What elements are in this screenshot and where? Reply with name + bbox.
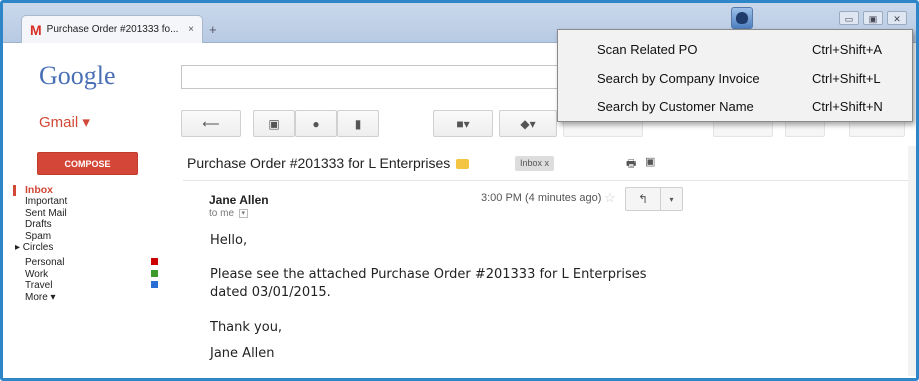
folder-icon: ■▾ [456, 116, 470, 131]
message-timestamp: 3:00 PM (4 minutes ago) [481, 192, 602, 204]
sidebar-item-sent-mail[interactable]: Sent Mail [25, 208, 165, 219]
spam-icon: ● [312, 116, 320, 131]
show-details-icon[interactable]: ▾ [238, 208, 248, 218]
menu-item-label: Search by Company Invoice [597, 70, 760, 86]
window-controls: ▭ ▣ ✕ [839, 11, 907, 25]
report-spam-button[interactable]: ● [295, 110, 337, 137]
sidebar-item-work[interactable]: Work [25, 269, 165, 280]
inbox-selected-indicator [13, 185, 16, 196]
sidebar-item-more[interactable]: More ▾ [25, 292, 165, 303]
menu-item-label: Scan Related PO [597, 41, 698, 57]
search-input[interactable] [181, 65, 561, 89]
recipient-label: to me [209, 208, 235, 219]
menu-item-shortcut: Ctrl+Shift+L [812, 70, 881, 86]
sidebar-item-label: Personal [25, 257, 65, 269]
scrollbar[interactable] [908, 146, 916, 376]
message-divider [183, 180, 908, 181]
minimize-button[interactable]: ▭ [839, 11, 859, 25]
maximize-button[interactable]: ▣ [863, 11, 883, 25]
new-window-icon[interactable]: ▣ [645, 155, 655, 168]
back-button[interactable]: ⟵ [181, 110, 241, 137]
move-to-button[interactable]: ■▾ [433, 110, 493, 137]
message-body-line: Thank you, [210, 320, 283, 335]
print-icon[interactable]: 🖶 [626, 155, 636, 174]
tab-close-icon[interactable]: × [188, 24, 194, 35]
sidebar-item-important[interactable]: Important [25, 196, 165, 207]
important-label-icon[interactable] [456, 159, 469, 169]
message-subject: Purchase Order #201333 for L Enterprises [187, 155, 451, 171]
menu-item-shortcut: Ctrl+Shift+N [812, 98, 883, 114]
menu-item-shortcut: Ctrl+Shift+A [812, 41, 883, 57]
sidebar-item-personal[interactable]: Personal [25, 257, 165, 268]
back-arrow-icon: ⟵ [202, 116, 220, 131]
sidebar-nav: Inbox Important Sent Mail Drafts Spam ▸ … [15, 184, 165, 303]
trash-icon: ▮ [354, 116, 362, 131]
menu-item-scan-related-po[interactable]: Scan Related PO Ctrl+Shift+A [558, 36, 912, 62]
work-label-swatch [151, 269, 158, 277]
inbox-label-chip[interactable]: Inbox x [515, 156, 555, 171]
delete-button[interactable]: ▮ [337, 110, 379, 137]
travel-label-swatch [151, 281, 158, 289]
sidebar-item-label: Travel [25, 280, 53, 292]
sidebar-item-inbox[interactable]: Inbox [25, 184, 165, 196]
menu-item-search-by-customer-name[interactable]: Search by Customer Name Ctrl+Shift+N [558, 93, 912, 119]
sidebar-item-travel[interactable]: Travel [25, 280, 165, 291]
message-more-button[interactable]: ▾ [660, 187, 683, 211]
personal-label-swatch [151, 258, 158, 266]
extension-context-menu: Scan Related PO Ctrl+Shift+A Search by C… [557, 29, 913, 122]
gmail-menu[interactable]: Gmail ▾ [39, 113, 90, 131]
reply-button[interactable]: ↰ [625, 187, 661, 211]
message-body-line: Please see the attached Purchase Order #… [210, 267, 647, 282]
sidebar-item-circles[interactable]: ▸ Circles [15, 242, 165, 253]
gmail-favicon-icon: M [30, 21, 42, 38]
menu-item-search-by-company-invoice[interactable]: Search by Company Invoice Ctrl+Shift+L [558, 65, 912, 91]
recipient-line: to me ▾ [209, 208, 248, 219]
archive-icon: ▣ [268, 116, 280, 131]
star-icon[interactable]: ☆ [604, 190, 616, 206]
chevron-down-icon: ▾ [669, 194, 674, 204]
labels-button[interactable]: ◆▾ [499, 110, 557, 137]
archive-button[interactable]: ▣ [253, 110, 295, 137]
reply-icon: ↰ [637, 192, 649, 206]
new-tab-button[interactable]: + [209, 22, 217, 37]
browser-tab[interactable]: M Purchase Order #201333 fo... × [21, 15, 203, 43]
sender-name[interactable]: Jane Allen [209, 193, 269, 207]
message-body-line: dated 03/01/2015. [210, 285, 331, 300]
sidebar-item-spam[interactable]: Spam [25, 231, 165, 242]
menu-item-label: Search by Customer Name [597, 98, 754, 114]
sidebar-item-drafts[interactable]: Drafts [25, 219, 165, 230]
tag-icon: ◆▾ [520, 116, 536, 131]
close-window-button[interactable]: ✕ [887, 11, 907, 25]
message-body-line: Jane Allen [210, 346, 275, 361]
extension-icon[interactable] [731, 7, 753, 29]
google-logo[interactable]: Google [39, 61, 116, 91]
tab-title: Purchase Order #201333 fo... [46, 24, 179, 35]
sidebar-item-label: Work [25, 268, 49, 280]
compose-button[interactable]: COMPOSE [37, 152, 138, 175]
message-body-line: Hello, [210, 233, 248, 248]
browser-window: M Purchase Order #201333 fo... × + ▭ ▣ ✕… [0, 0, 919, 381]
